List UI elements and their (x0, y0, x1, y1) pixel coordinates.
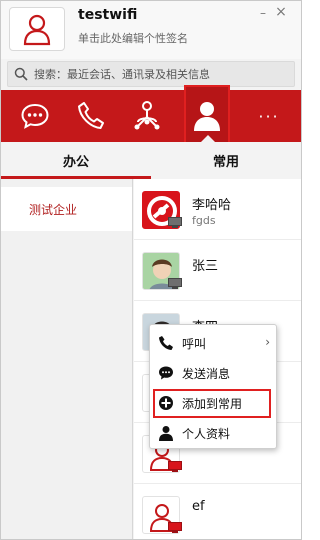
contact-item[interactable]: ef (134, 484, 301, 539)
contact-subtext: fgds (192, 214, 216, 227)
tab-common[interactable]: 常用 (151, 142, 301, 179)
app-window: testwifi 单击此处编辑个性签名 – × 搜索：最近会话、通讯录及相关信息 (0, 0, 302, 540)
submenu-arrow-icon: › (265, 335, 270, 349)
computer-status-icon (168, 522, 182, 533)
active-tab-caret (201, 135, 215, 142)
person-icon (159, 426, 173, 441)
contacts-tabs: 办公 常用 (1, 142, 301, 179)
contact-item[interactable]: 李哈哈 fgds (134, 179, 301, 240)
username: testwifi (78, 7, 138, 23)
profile-header: testwifi 单击此处编辑个性签名 – × (1, 1, 301, 59)
search-box[interactable]: 搜索：最近会话、通讯录及相关信息 (7, 61, 295, 87)
close-button[interactable]: × (274, 4, 288, 20)
more-icon[interactable]: ··· (251, 90, 287, 142)
menu-label: 发送消息 (182, 366, 231, 381)
main-toolbar: ··· (1, 85, 301, 147)
contact-name: ef (192, 499, 205, 514)
computer-status-icon (168, 461, 182, 472)
signature-edit[interactable]: 单击此处编辑个性签名 (78, 30, 188, 46)
computer-status-icon (168, 217, 182, 228)
phone-icon (159, 336, 173, 350)
contact-name: 李哈哈 (192, 198, 232, 213)
computer-status-icon (168, 278, 182, 289)
chat-icon[interactable] (17, 90, 53, 142)
menu-item-send-message[interactable]: 发送消息 (150, 360, 276, 386)
menu-item-call[interactable]: 呼叫 › (150, 330, 276, 356)
chat-icon (159, 366, 173, 380)
search-input[interactable]: 搜索：最近会话、通讯录及相关信息 (34, 66, 210, 82)
organization-list: 测试企业 (1, 179, 133, 539)
org-item[interactable]: 测试企业 (1, 187, 132, 231)
menu-label: 呼叫 (182, 336, 207, 351)
organization-icon[interactable] (129, 90, 165, 142)
user-avatar[interactable] (9, 7, 65, 51)
contact-name: 张三 (192, 259, 219, 274)
search-icon (14, 67, 28, 81)
tab-office[interactable]: 办公 (1, 142, 151, 179)
contact-item[interactable]: 张三 (134, 240, 301, 301)
highlight-box (153, 389, 271, 418)
phone-icon[interactable] (73, 90, 109, 142)
default-avatar-icon (23, 14, 51, 46)
minimize-button[interactable]: – (256, 6, 270, 20)
context-menu: 呼叫 › 发送消息 添加到常用 个人资料 (149, 324, 277, 449)
menu-item-profile[interactable]: 个人资料 (150, 420, 276, 446)
menu-label: 个人资料 (182, 426, 231, 441)
